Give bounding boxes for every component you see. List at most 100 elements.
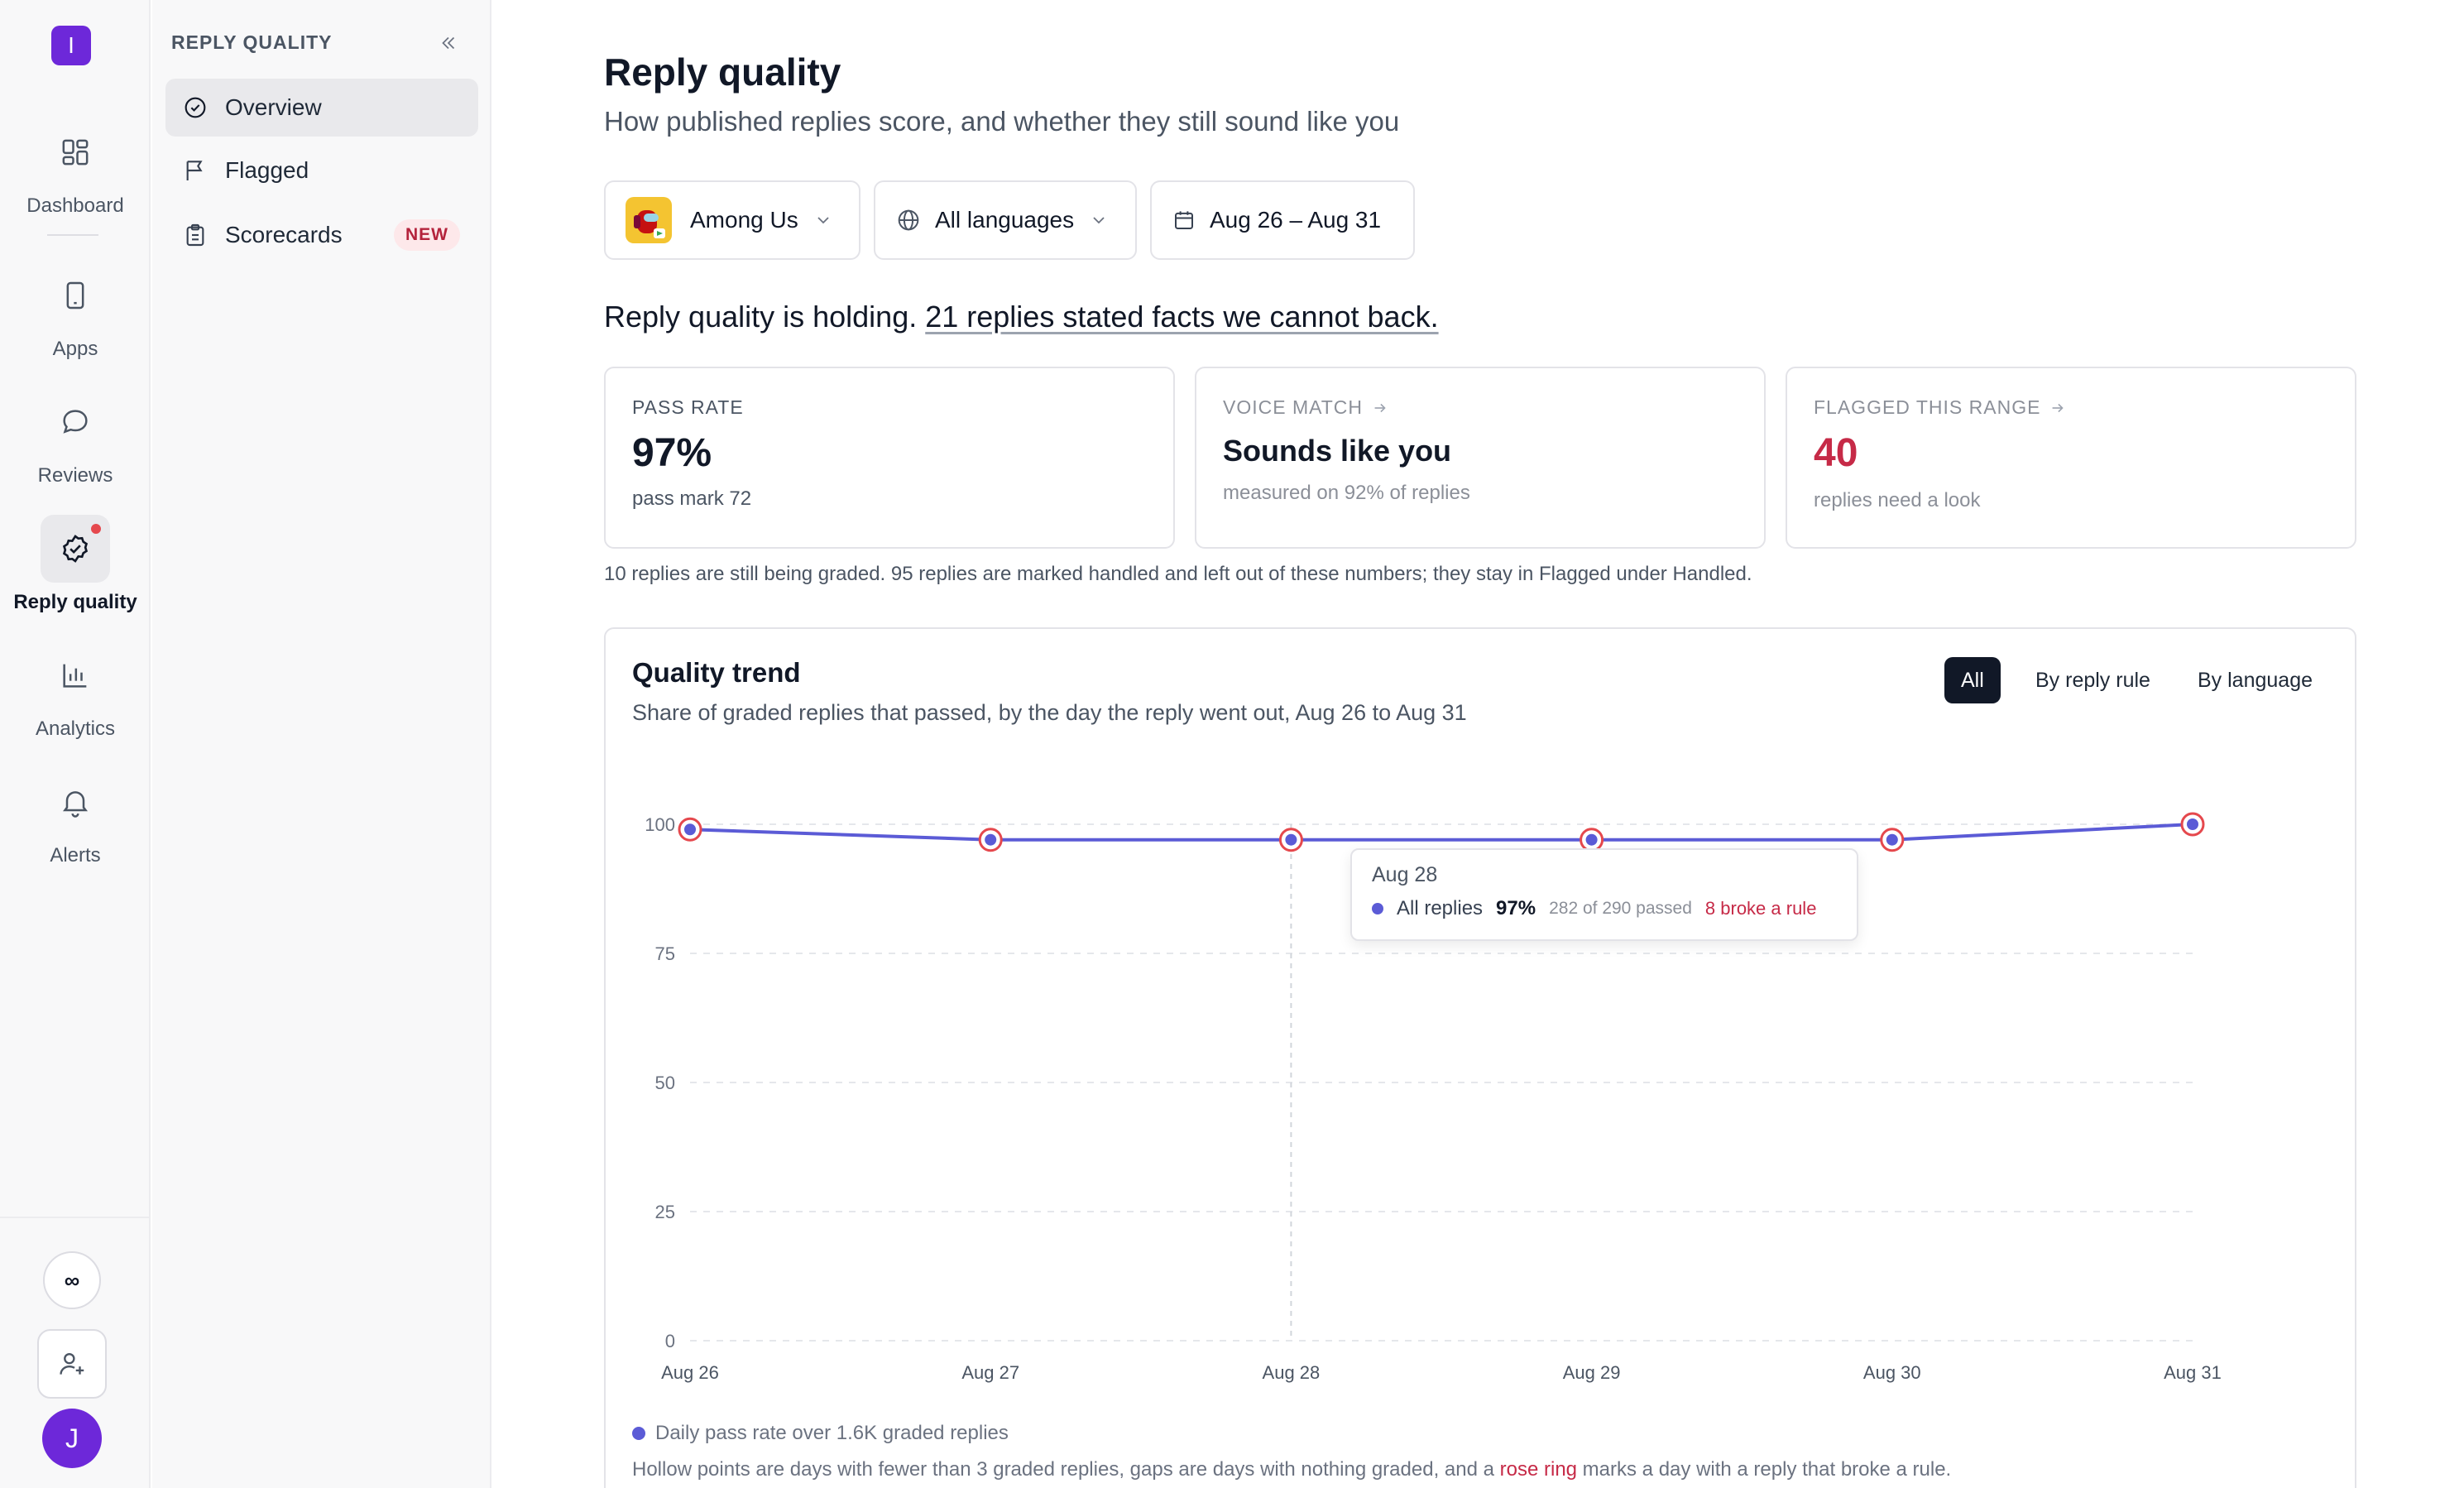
infinity-button[interactable]: ∞ [43,1251,101,1309]
subnav-label: Flagged [225,157,309,183]
rail-divider [47,234,98,236]
chart-legend: Daily pass rate over 1.6K graded replies [632,1422,1009,1445]
trend-subtitle: Share of graded replies that passed, by … [632,700,1467,725]
x-tick-label: Aug 27 [961,1362,1019,1383]
segment-by-reply-rule[interactable]: By reply rule [2019,657,2167,703]
data-point [1886,833,1898,846]
tooltip-broke-rule: 8 broke a rule [1704,898,1817,919]
quality-trend-panel: Quality trend Share of graded replies th… [604,627,2356,1488]
tooltip-row: All replies 97% 282 of 290 passed 8 brok… [1372,897,1837,920]
bell-icon [41,768,110,836]
tooltip-count: 282 of 290 passed [1549,899,1692,918]
rail-label: Reviews [37,464,113,487]
section-sidebar: REPLY QUALITY Overview Flagged Scorecard… [152,0,491,1488]
flagged-card[interactable]: FLAGGED THIS RANGE 40 replies need a loo… [1786,367,2356,549]
rail-label: Alerts [50,844,101,866]
language-filter-dropdown[interactable]: All languages [874,180,1137,260]
y-tick-label: 25 [655,1202,675,1222]
phone-icon [41,262,110,329]
chart-tooltip: Aug 28 All replies 97% 282 of 290 passed… [1350,848,1858,941]
grid-icon [41,118,110,186]
rail-item-dashboard[interactable]: Dashboard [0,118,151,218]
check-circle-icon [185,97,206,118]
x-tick-label: Aug 31 [2164,1362,2222,1383]
rail-item-apps[interactable]: Apps [0,262,151,361]
data-point [1585,833,1598,846]
legend-label: Daily pass rate over 1.6K graded replies [655,1422,1009,1444]
card-label: VOICE MATCH [1223,396,1364,418]
tooltip-pct: 97% [1496,897,1536,919]
x-tick-label: Aug 26 [661,1362,719,1383]
icon-rail: I Dashboard Apps Reviews Reply quality A… [0,0,151,1488]
user-avatar[interactable]: J [42,1409,102,1468]
subnav-item-overview[interactable]: Overview [165,79,478,137]
rail-item-analytics[interactable]: Analytics [0,641,151,741]
card-label: PASS RATE [632,396,744,418]
y-tick-label: 50 [655,1073,675,1093]
data-point [1285,833,1297,846]
segment-by-language[interactable]: By language [2181,657,2329,703]
flagged-count: 40 [1814,431,1858,475]
new-badge: NEW [394,219,460,251]
date-range-label: Aug 26 – Aug 31 [1210,207,1382,233]
segment-all[interactable]: All [1944,657,2001,703]
x-tick-label: Aug 30 [1863,1362,1921,1383]
pass-mark: pass mark 72 [632,487,752,510]
calendar-icon [1175,211,1193,229]
page-title: Reply quality [604,50,841,94]
tooltip-date: Aug 28 [1372,863,1438,886]
pass-rate-card: PASS RATE 97% pass mark 72 [604,367,1175,549]
subnav-item-scorecards[interactable]: Scorecards NEW [165,206,478,264]
data-point [985,833,997,846]
rail-item-alerts[interactable]: Alerts [0,768,151,867]
app-filter-dropdown[interactable]: Among Us [604,180,860,260]
rail-item-reviews[interactable]: Reviews [0,388,151,487]
clipboard-icon [186,223,204,247]
arrow-right-icon [1374,403,1386,412]
double-chevron-left-icon [442,36,455,50]
footnote-pre: Hollow points are days with fewer than 3… [632,1458,1500,1481]
voice-match-coverage: measured on 92% of replies [1223,482,1470,504]
x-tick-label: Aug 28 [1263,1362,1321,1383]
rail-item-reply-quality[interactable]: Reply quality [0,515,151,614]
series-line [689,823,2193,842]
rail-label: Analytics [35,718,116,740]
alert-dot [89,521,103,536]
rose-ring-text: rose ring [1499,1458,1578,1481]
chevron-down-icon [817,217,829,224]
card-label-row: VOICE MATCH [1223,396,1738,419]
legend-dot [632,1427,645,1440]
pass-rate-value: 97% [632,431,712,475]
add-user-button[interactable] [37,1329,107,1399]
rail-label: Dashboard [26,194,124,217]
x-tick-label: Aug 29 [1563,1362,1621,1383]
series-dot [1372,903,1383,914]
chat-bubble-icon [41,388,110,456]
date-range-picker[interactable]: Aug 26 – Aug 31 [1150,180,1415,260]
y-tick-label: 75 [655,943,675,964]
globe-icon [898,209,919,231]
data-point [2187,818,2198,830]
app-logo[interactable]: I [51,26,91,65]
chart-footnote: Hollow points are days with fewer than 3… [632,1458,1951,1481]
rail-label: Reply quality [13,591,137,613]
user-plus-icon [60,1352,84,1375]
section-title: REPLY QUALITY [171,31,333,53]
unbacked-facts-link[interactable]: 21 replies stated facts we cannot back. [925,300,1438,334]
card-label: FLAGGED THIS RANGE [1814,396,2041,418]
card-label-row: FLAGGED THIS RANGE [1814,396,2328,419]
page-subtitle: How published replies score, and whether… [604,106,1400,137]
bar-chart-icon [41,641,110,709]
quality-trend-chart[interactable]: 0 25 50 75 100 Aug 26 Aug 27 Aug 28 Aug 29 Aug 30… [606,745,2355,1407]
arrow-right-icon [2053,403,2064,412]
subnav-label: Overview [225,94,322,120]
y-tick-label: 100 [645,814,675,835]
y-tick-label: 0 [665,1331,675,1351]
subnav-item-flagged[interactable]: Flagged [165,142,478,199]
language-filter-label: All languages [935,207,1075,233]
grading-note: 10 replies are still being graded. 95 re… [604,563,1752,585]
flagged-sub: replies need a look [1814,489,1981,511]
rail-bottom-divider [0,1217,151,1218]
collapse-sidebar-button[interactable] [432,26,465,60]
voice-match-card[interactable]: VOICE MATCH Sounds like you measured on … [1195,367,1766,549]
